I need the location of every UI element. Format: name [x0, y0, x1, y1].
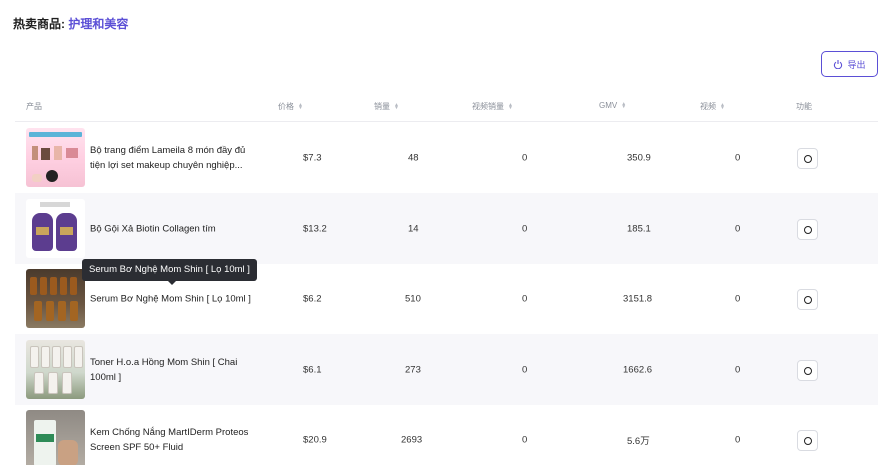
gmv-cell: 185.1: [627, 223, 651, 234]
sort-icon: ▲ ▼: [621, 100, 627, 110]
sort-icon: ▲ ▼: [394, 101, 399, 111]
column-sales[interactable]: 销量 ▲ ▼: [374, 101, 399, 112]
price-cell: $6.1: [303, 364, 322, 375]
column-gmv[interactable]: GMV ▲ ▼: [599, 101, 626, 110]
sales-cell: 2693: [401, 434, 423, 445]
circle-icon: [803, 295, 812, 304]
table-row[interactable]: Kem Chống Nắng MartIDerm Proteos Screen …: [15, 404, 878, 465]
video-sales-cell: 0: [522, 364, 528, 375]
gmv-cell: 3151.8: [623, 293, 653, 304]
video-sales-cell: 0: [522, 293, 528, 304]
videos-cell: 0: [735, 223, 741, 234]
column-video-sales[interactable]: 视频销量 ▲ ▼: [472, 101, 513, 112]
price-cell: $7.3: [303, 152, 322, 163]
detail-button[interactable]: [797, 360, 818, 381]
gmv-cell: 350.9: [627, 152, 651, 163]
column-videos[interactable]: 视频 ▲ ▼: [700, 101, 725, 112]
sales-cell: 14: [408, 223, 419, 234]
sort-icon: ▲ ▼: [720, 101, 725, 111]
sort-icon: ▲ ▼: [508, 101, 513, 111]
detail-button[interactable]: [797, 148, 818, 169]
price-cell: $6.2: [303, 293, 322, 304]
videos-cell: 0: [735, 293, 741, 304]
sales-cell: 48: [408, 152, 419, 163]
product-image[interactable]: [26, 199, 85, 258]
product-image[interactable]: [26, 128, 85, 187]
sort-icon: ▲ ▼: [298, 101, 303, 111]
product-name[interactable]: Bộ Gội Xả Biotin Collagen tím: [90, 221, 260, 236]
detail-button[interactable]: [797, 289, 818, 310]
price-cell: $13.2: [303, 223, 327, 234]
table-header: 产品 价格 ▲ ▼ 销量 ▲ ▼ 视频销量 ▲ ▼ GMV ▲ ▼ 视频 ▲ ▼ 功能: [15, 96, 878, 122]
product-image[interactable]: [26, 269, 85, 328]
table-row[interactable]: Toner H.o.a Hồng Mom Shin [ Chai 100ml ]…: [15, 334, 878, 405]
export-label: 导出: [847, 59, 866, 70]
price-cell: $20.9: [303, 434, 327, 445]
heading-category[interactable]: 护理和美容: [68, 17, 128, 31]
export-icon: [834, 60, 843, 69]
product-name[interactable]: Toner H.o.a Hồng Mom Shin [ Chai 100ml ]: [90, 355, 260, 385]
heading-label: 热卖商品:: [13, 17, 65, 31]
circle-icon: [803, 436, 812, 445]
product-name[interactable]: Serum Bơ Nghệ Mom Shin [ Lọ 10ml ]: [90, 291, 260, 306]
sales-cell: 273: [405, 364, 421, 375]
detail-button[interactable]: [797, 430, 818, 451]
circle-icon: [803, 225, 812, 234]
table-row[interactable]: Bộ trang điểm Lameila 8 món đầy đủ tiện …: [15, 122, 878, 193]
circle-icon: [803, 366, 812, 375]
column-product: 产品: [26, 102, 42, 111]
export-button[interactable]: 导出: [821, 51, 878, 77]
video-sales-cell: 0: [522, 223, 528, 234]
gmv-cell: 5.6万: [627, 435, 650, 447]
product-name[interactable]: Kem Chống Nắng MartIDerm Proteos Screen …: [90, 425, 260, 455]
circle-icon: [803, 154, 812, 163]
gmv-cell: 1662.6: [623, 364, 653, 375]
sales-cell: 510: [405, 293, 421, 304]
table-row[interactable]: Bộ Gội Xả Biotin Collagen tím $13.2 14 0…: [15, 193, 878, 264]
product-name[interactable]: Bộ trang điểm Lameila 8 món đầy đủ tiện …: [90, 143, 260, 173]
product-image[interactable]: [26, 410, 85, 465]
video-sales-cell: 0: [522, 434, 528, 445]
column-actions: 功能: [796, 102, 812, 111]
product-name-tooltip: Serum Bơ Nghệ Mom Shin [ Lọ 10ml ]: [82, 259, 257, 285]
videos-cell: 0: [735, 152, 741, 163]
column-price[interactable]: 价格 ▲ ▼: [278, 101, 303, 112]
detail-button[interactable]: [797, 219, 818, 240]
videos-cell: 0: [735, 434, 741, 445]
page-heading: 热卖商品: 护理和美容: [13, 15, 128, 32]
video-sales-cell: 0: [522, 152, 528, 163]
videos-cell: 0: [735, 364, 741, 375]
product-image[interactable]: [26, 340, 85, 399]
